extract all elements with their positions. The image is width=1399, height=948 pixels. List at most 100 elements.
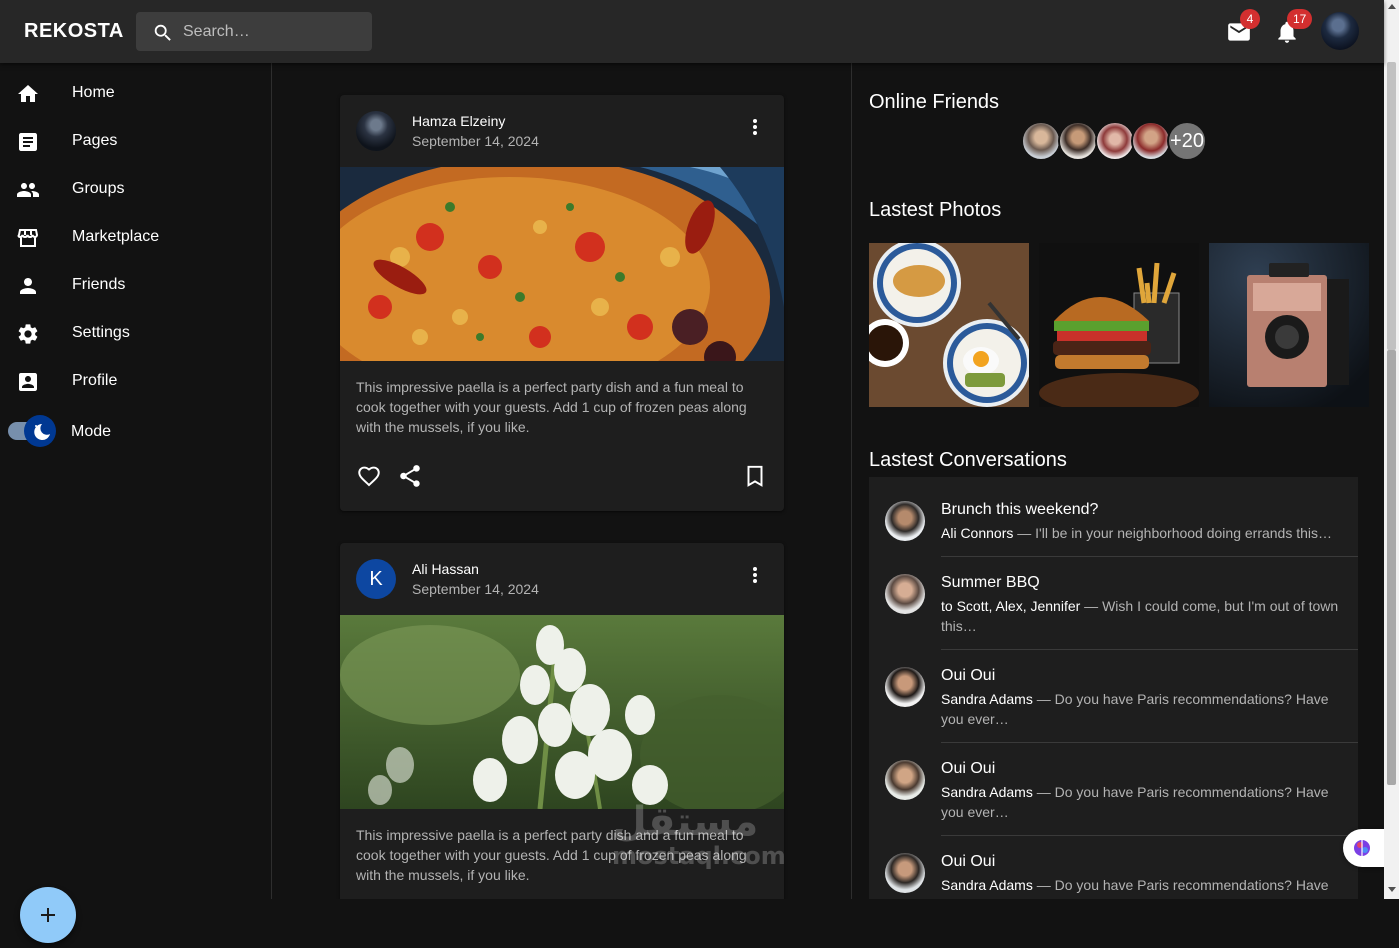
burger-image: [1039, 243, 1199, 407]
watermark-arabic: مستقل: [612, 799, 759, 845]
conversation-item[interactable]: Oui Oui Sandra Adams — Do you have Paris…: [869, 650, 1358, 743]
friend-avatar[interactable]: [1021, 121, 1061, 161]
bookmark-icon[interactable]: [742, 463, 768, 489]
plus-icon: [41, 908, 55, 922]
post-text: This impressive paella is a perfect part…: [356, 379, 747, 435]
conversation-item[interactable]: Oui Oui Sandra Adams — Do you have Paris…: [869, 743, 1358, 836]
search-input[interactable]: [183, 12, 363, 51]
conversation-preview: Sandra Adams — Do you have Paris recomme…: [941, 689, 1346, 729]
sidebar-item-home[interactable]: Home: [0, 70, 271, 118]
scroll-thumb[interactable]: [1387, 350, 1396, 785]
latest-photos-title: Lastest Photos: [869, 199, 1002, 221]
feed: Hamza Elzeiny September 14, 2024 This im…: [272, 63, 852, 899]
share-icon[interactable]: [397, 463, 423, 489]
account-box-icon: [19, 373, 37, 391]
mode-label: Mode: [71, 423, 112, 440]
conversation-title: Oui Oui: [941, 760, 996, 777]
conversation-preview: to Scott, Alex, Jennifer — Wish I could …: [941, 596, 1346, 636]
sidebar-item-groups[interactable]: Groups: [0, 166, 271, 214]
mail-button[interactable]: 4: [1226, 9, 1260, 45]
post-author-avatar[interactable]: K: [356, 559, 396, 599]
post-header: Hamza Elzeiny September 14, 2024: [340, 95, 784, 167]
dark-mode-toggle[interactable]: [8, 415, 58, 449]
conversation-sender: to Scott, Alex, Jennifer: [941, 598, 1081, 614]
conversation-preview: Sandra Adams — Do you have Paris recomme…: [941, 875, 1346, 895]
conversation-item[interactable]: Summer BBQ to Scott, Alex, Jennifer — Wi…: [869, 557, 1358, 650]
mail-badge: 4: [1240, 9, 1260, 29]
person-icon: [20, 278, 36, 294]
friend-avatar[interactable]: [1131, 121, 1171, 161]
more-vert-icon[interactable]: [743, 563, 767, 587]
post-image-paella[interactable]: [340, 167, 784, 361]
friend-avatar[interactable]: [1058, 121, 1098, 161]
sidebar-item-label: Pages: [72, 132, 118, 149]
notifications-badge: 17: [1287, 9, 1313, 29]
photo-camera[interactable]: [1209, 243, 1369, 407]
camera-image: [1209, 243, 1369, 407]
group-icon: [17, 183, 39, 197]
more-vert-icon[interactable]: [743, 115, 767, 139]
assistant-button[interactable]: [1343, 829, 1384, 867]
photo-breakfast[interactable]: [869, 243, 1029, 407]
sidebar-item-label: Groups: [72, 180, 125, 197]
post-image-flowers[interactable]: [340, 615, 784, 809]
app-bar: REKOSTA 4 17: [0, 0, 1384, 63]
sidebar-item-label: Profile: [72, 372, 118, 389]
sidebar-item-label: Settings: [72, 324, 130, 341]
article-icon: [19, 133, 37, 151]
conversation-title: Oui Oui: [941, 667, 996, 684]
conversation-item[interactable]: Oui Oui Sandra Adams — Do you have Paris…: [869, 836, 1358, 899]
home-icon: [18, 85, 38, 102]
scroll-track-upper: [1387, 62, 1396, 350]
friend-avatar[interactable]: [1095, 121, 1135, 161]
sidebar-item-label: Friends: [72, 276, 126, 293]
toggle-knob: [24, 415, 56, 447]
settings-icon: [18, 324, 38, 344]
vertical-scrollbar[interactable]: [1384, 0, 1399, 899]
conversation-preview: Ali Connors — I'll be in your neighborho…: [941, 523, 1346, 543]
conversation-title: Summer BBQ: [941, 574, 1040, 591]
scroll-up-arrow-icon[interactable]: [1388, 4, 1396, 9]
scroll-down-arrow-icon[interactable]: [1388, 887, 1396, 892]
sidebar-item-friends[interactable]: Friends: [0, 262, 271, 310]
photo-burger[interactable]: [1039, 243, 1199, 407]
more-friends-avatar[interactable]: +20: [1167, 121, 1207, 161]
conversation-avatar: [885, 501, 925, 541]
conversation-sender: Sandra Adams: [941, 691, 1033, 707]
sidebar-item-profile[interactable]: Profile: [0, 358, 271, 406]
conversation-sender: Sandra Adams: [941, 784, 1033, 800]
add-fab-button[interactable]: [20, 887, 76, 943]
flowers-image: [340, 615, 784, 809]
brand-logo[interactable]: REKOSTA: [24, 20, 124, 43]
conversation-preview: Sandra Adams — Do you have Paris recomme…: [941, 782, 1346, 822]
paella-image: [340, 167, 784, 361]
sidebar-item-pages[interactable]: Pages: [0, 118, 271, 166]
post-card: Hamza Elzeiny September 14, 2024 This im…: [340, 95, 784, 511]
conversation-avatar: [885, 574, 925, 614]
post-header: K Ali Hassan September 14, 2024: [340, 543, 784, 615]
watermark-latin: mostaql.com: [612, 842, 786, 870]
conversation-list: Brunch this weekend? Ali Connors — I'll …: [869, 477, 1358, 899]
watermark: مستقل mostaql.com: [612, 800, 786, 868]
user-avatar[interactable]: [1321, 12, 1359, 50]
conversation-avatar: [885, 667, 925, 707]
conversation-title: Brunch this weekend?: [941, 501, 1099, 518]
sidebar-item-label: Marketplace: [72, 228, 160, 245]
sidebar-item-marketplace[interactable]: Marketplace: [0, 214, 271, 262]
sidebar: Home Pages Groups Marketplace Friends Se…: [0, 63, 272, 943]
sidebar-item-settings[interactable]: Settings: [0, 310, 271, 358]
conversation-title: Oui Oui: [941, 853, 996, 870]
conversation-snippet: — I'll be in your neighborhood doing err…: [1013, 525, 1333, 541]
post-author-avatar[interactable]: [356, 111, 396, 151]
online-friends-title: Online Friends: [869, 91, 1000, 113]
post-author[interactable]: Ali Hassan: [412, 561, 479, 577]
search-box[interactable]: [136, 12, 372, 51]
brain-icon: [1354, 840, 1370, 856]
conversation-item[interactable]: Brunch this weekend? Ali Connors — I'll …: [869, 477, 1358, 557]
heart-icon[interactable]: [356, 463, 382, 489]
breakfast-image: [869, 243, 1029, 407]
search-icon: [154, 24, 171, 41]
moon-icon: [34, 424, 50, 440]
post-author[interactable]: Hamza Elzeiny: [412, 113, 505, 129]
notifications-button[interactable]: 17: [1274, 9, 1313, 45]
